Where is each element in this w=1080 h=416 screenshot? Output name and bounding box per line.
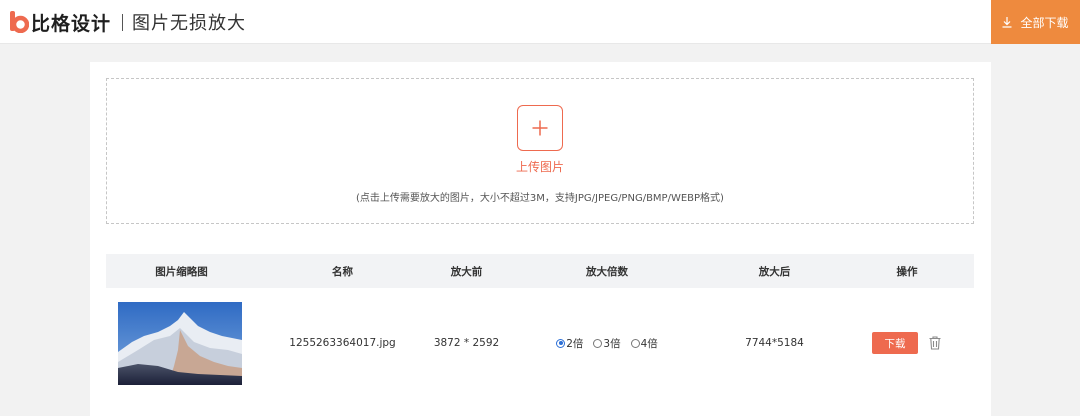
download-button[interactable]: 下载 <box>872 332 918 354</box>
upload-dropzone[interactable]: 上传图片 (点击上传需要放大的图片，大小不超过3M，支持JPG/JPEG/PNG… <box>106 78 974 224</box>
file-name: 1255263364017.jpg <box>289 337 396 349</box>
radio-icon[interactable] <box>630 338 640 348</box>
brand-name: 比格设计 <box>31 12 112 35</box>
column-header-actions: 操作 <box>896 265 918 278</box>
actions-cell: 下载 <box>840 332 974 354</box>
thumbnail-cell <box>106 301 257 385</box>
scale-options: 2倍 3倍 4倍 <box>505 336 709 351</box>
table-row: 1255263364017.jpg 3872 * 2592 2倍 3倍 4倍 7… <box>106 288 974 398</box>
upload-label[interactable]: 上传图片 <box>107 158 973 175</box>
upload-button[interactable] <box>517 105 563 151</box>
main-card: 上传图片 (点击上传需要放大的图片，大小不超过3M，支持JPG/JPEG/PNG… <box>90 62 991 416</box>
radio-icon[interactable] <box>593 338 603 348</box>
download-icon <box>1002 16 1012 28</box>
scale-option-label: 4倍 <box>640 337 658 350</box>
size-after: 7744*5184 <box>745 337 804 349</box>
page-title: 图片无损放大 <box>132 13 247 34</box>
logo-b-icon <box>9 11 30 34</box>
column-header-scale: 放大倍数 <box>586 265 628 278</box>
upload-hint: (点击上传需要放大的图片，大小不超过3M，支持JPG/JPEG/PNG/BMP/… <box>356 193 724 204</box>
column-header-before: 放大前 <box>450 265 483 278</box>
size-before: 3872 * 2592 <box>433 337 500 349</box>
title-divider <box>122 13 124 31</box>
download-all-button[interactable]: 全部下载 <box>991 0 1080 44</box>
scale-option-label: 2倍 <box>566 337 584 350</box>
column-header-after: 放大后 <box>758 265 791 278</box>
column-header-name: 名称 <box>332 265 353 278</box>
column-header-thumbnail: 图片缩略图 <box>155 265 208 278</box>
image-table: 图片缩略图 名称 放大前 放大倍数 放大后 操作 1255263364017.j… <box>106 254 974 398</box>
download-all-label: 全部下载 <box>1020 15 1069 30</box>
scale-radio-4x[interactable]: 4倍 <box>630 336 658 351</box>
trash-icon[interactable] <box>928 335 942 351</box>
mountain-thumbnail[interactable] <box>118 301 242 385</box>
radio-selected-icon[interactable] <box>556 338 566 348</box>
logo[interactable]: 比格设计 图片无损放大 <box>9 10 247 35</box>
top-bar: 比格设计 图片无损放大 全部下载 <box>0 0 1080 44</box>
scale-radio-3x[interactable]: 3倍 <box>593 336 621 351</box>
scale-radio-2x[interactable]: 2倍 <box>556 336 583 351</box>
scale-option-label: 3倍 <box>603 337 621 350</box>
table-header: 图片缩略图 名称 放大前 放大倍数 放大后 操作 <box>106 254 974 288</box>
plus-icon <box>532 120 548 136</box>
